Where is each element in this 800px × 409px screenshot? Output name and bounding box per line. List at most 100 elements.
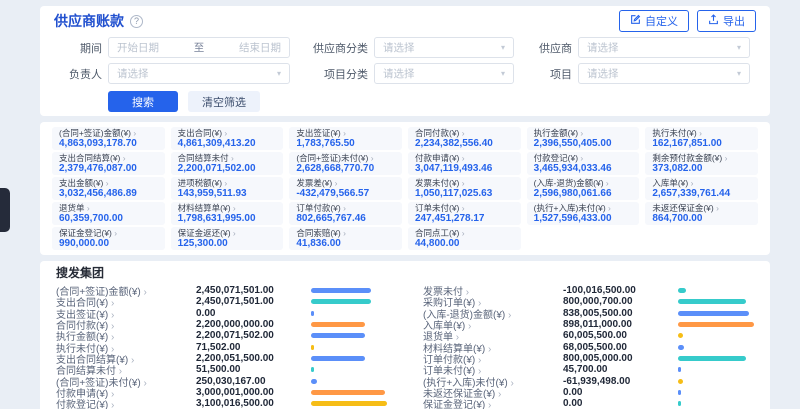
metric-tile[interactable]: (入库-退货)金额(¥) ›2,596,980,061.66 [527,177,640,200]
metric-label: (合同+签证)未付(¥) › [296,153,395,163]
value-bar-fill [678,288,686,293]
project-select[interactable]: 请选择 ▾ [578,63,750,84]
owner-select[interactable]: 请选择 ▾ [108,63,290,84]
metric-tile[interactable]: 材料结算单(¥) ›1,798,631,995.00 [171,202,284,225]
metric-tile[interactable]: (合同+签证)金额(¥) ›4,863,093,178.70 [52,127,165,150]
value-bar-fill [311,288,371,293]
account-row-value: 2,200,071,502.00 [196,330,311,341]
account-row-value: 3,000,001,000.00 [196,387,311,398]
page-content: 供应商账款 ? 自定义 导出 期间 开始日期 至 [40,6,770,409]
metric-value: 3,465,934,033.46 [534,163,633,174]
metric-label: 合同点工(¥) › [415,228,514,238]
metric-label: 支出合同(¥) › [178,128,277,138]
metric-tile[interactable]: 执行金额(¥) ›2,396,550,405.00 [527,127,640,150]
customize-button-label: 自定义 [645,13,678,29]
chevron-right-icon: › [716,203,719,213]
metric-value: 60,359,700.00 [59,213,158,224]
metric-tile[interactable]: 支出合同(¥) ›4,861,309,413.20 [171,127,284,150]
metric-tile[interactable]: 剩余预付款金额(¥) ›373,082.00 [645,152,758,175]
metric-tile[interactable]: 保证金登记(¥) ›990,000.00 [52,227,165,250]
chevron-right-icon: › [114,228,117,238]
metric-value: 2,596,980,061.66 [534,188,633,199]
value-bar-fill [311,333,365,338]
metric-tile[interactable]: 合同索赔(¥) ›41,836.00 [289,227,402,250]
export-button-label: 导出 [723,13,745,29]
period-label: 期间 [54,40,102,56]
metric-label: 保证金登记(¥) › [59,228,158,238]
metric-label: 支出合同结算(¥) › [59,153,158,163]
value-bar-fill [678,311,749,316]
chevron-right-icon: › [343,128,346,138]
metric-tile[interactable]: 合同结算未付 ›2,200,071,502.00 [171,152,284,175]
clear-filters-button[interactable]: 清空筛选 [188,91,260,112]
metric-tile[interactable]: 付款申请(¥) ›3,047,119,493.46 [408,152,521,175]
account-row-value: 250,030,167.00 [196,376,311,387]
metric-tile[interactable]: 支出合同结算(¥) ›2,379,476,087.00 [52,152,165,175]
value-bar-fill [678,401,681,406]
group-account-panel: 搜发集团 (合同+签证)金额(¥) ›2,450,071,501.00支出合同(… [40,261,770,409]
help-icon[interactable]: ? [130,15,143,28]
metric-tile[interactable]: 发票差(¥) ›-432,479,566.57 [289,177,402,200]
account-row-value: 45,700.00 [563,364,678,375]
value-bar [678,288,754,293]
metric-tile[interactable]: (执行+入库)未付(¥) ›1,527,596,433.00 [527,202,640,225]
metric-tile[interactable]: (合同+签证)未付(¥) ›2,628,668,770.70 [289,152,402,175]
metric-label: 订单未付(¥) › [415,203,514,213]
metric-value: 44,800.00 [415,238,514,249]
chevron-down-icon: ▾ [737,43,741,52]
metric-tile[interactable]: 支出签证(¥) ›1,783,765.50 [289,127,402,150]
period-date-range-input[interactable]: 开始日期 至 结束日期 [108,37,290,58]
account-row-value: 2,450,071,501.00 [196,296,311,307]
chevron-right-icon: › [462,178,465,188]
value-bar [678,322,754,327]
metric-value: 2,628,668,770.70 [296,163,395,174]
metric-tile[interactable]: 合同付款(¥) ›2,234,382,556.40 [408,127,521,150]
date-range-separator: 至 [194,40,205,55]
metrics-panel: (合同+签证)金额(¥) ›4,863,093,178.70支出合同(¥) ›4… [40,122,770,255]
metric-tile[interactable]: 未返还保证金(¥) ›864,700.00 [645,202,758,225]
metric-tile[interactable]: 保证金返还(¥) ›125,300.00 [171,227,284,250]
account-row-value: 2,200,000,000.00 [196,319,311,330]
sidebar-expand-handle[interactable] [0,188,10,232]
metric-tile[interactable]: 执行未付(¥) ›162,167,851.00 [645,127,758,150]
metric-value: 125,300.00 [178,238,277,249]
group-rows: (合同+签证)金额(¥) ›2,450,071,501.00支出合同(¥) ›2… [56,285,754,409]
select-placeholder: 请选择 [117,66,149,81]
chevron-right-icon: › [580,153,583,163]
value-bar [311,322,387,327]
supplier-select[interactable]: 请选择 ▾ [578,37,750,58]
value-bar-fill [678,333,683,338]
page-title: 供应商账款 [54,11,124,31]
metric-tile[interactable]: 入库单(¥) ›2,657,339,761.44 [645,177,758,200]
value-bar [678,333,754,338]
metric-tile[interactable]: 进项税额(¥) ›143,959,511.93 [171,177,284,200]
metric-tile[interactable]: 退货单 ›60,359,700.00 [52,202,165,225]
metric-value: 41,836.00 [296,238,395,249]
search-button[interactable]: 搜索 [108,91,178,112]
chevron-right-icon: › [343,228,346,238]
chevron-down-icon: ▾ [277,69,281,78]
value-bar [311,311,387,316]
value-bar-fill [311,322,365,327]
metric-tile[interactable]: 支出金额(¥) ›3,032,456,486.89 [52,177,165,200]
metric-tile[interactable]: 合同点工(¥) ›44,800.00 [408,227,521,250]
chevron-right-icon: › [462,153,465,163]
account-row-value: 0.00 [563,398,678,409]
account-row-value: 838,005,500.00 [563,308,678,319]
metric-tile[interactable]: 发票未付(¥) ›1,050,117,025.63 [408,177,521,200]
metric-tile[interactable]: 订单付款(¥) ›802,665,767.46 [289,202,402,225]
value-bar [678,379,754,384]
export-button[interactable]: 导出 [697,10,756,32]
customize-button[interactable]: 自定义 [619,10,689,32]
account-row-value: 3,100,016,500.00 [196,398,311,409]
metric-value: 990,000.00 [59,238,158,249]
group-rows-right: 发票未付 ›-100,016,500.00采购订单(¥) ›800,000,70… [423,285,754,409]
metric-tile[interactable]: 订单未付(¥) ›247,451,278.17 [408,202,521,225]
metric-tile[interactable]: 付款登记(¥) ›3,465,934,033.46 [527,152,640,175]
supplier-label: 供应商 [528,40,572,56]
metric-label: (执行+入库)未付(¥) › [534,203,633,213]
metric-label: 入库单(¥) › [652,178,751,188]
start-date-placeholder: 开始日期 [117,40,159,55]
supplier-category-select[interactable]: 请选择 ▾ [374,37,514,58]
project-category-select[interactable]: 请选择 ▾ [374,63,514,84]
